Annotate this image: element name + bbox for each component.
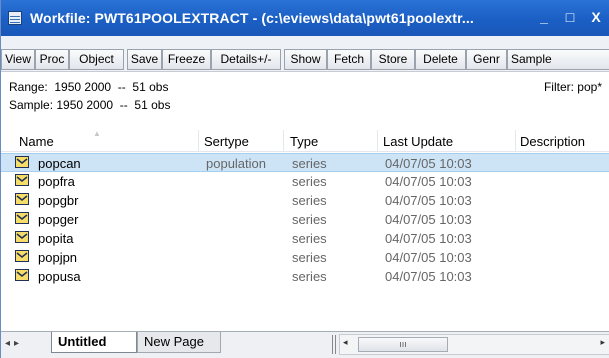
series-icon: [15, 250, 29, 262]
column-description[interactable]: Description: [520, 134, 585, 149]
object-button[interactable]: Object: [69, 49, 124, 70]
scroll-left-icon[interactable]: ◂: [343, 337, 348, 348]
series-icon: [15, 193, 29, 205]
list-header: ▲ Name Sertype Type Last Update Descript…: [1, 129, 609, 152]
tab-scroll-arrows-icon[interactable]: ◂▸: [5, 338, 23, 349]
list-item[interactable]: popgbr series 04/07/05 10:03: [1, 191, 609, 210]
genr-button[interactable]: Genr: [466, 49, 507, 70]
item-last-update: 04/07/05 10:03: [385, 174, 472, 189]
minimize-button[interactable]: _: [536, 9, 552, 25]
item-type: series: [292, 174, 327, 189]
sample-text: Sample: 1950 2000 -- 51 obs: [9, 98, 171, 112]
toolbar: View Proc Object Save Freeze Details+/- …: [1, 36, 609, 72]
delete-button[interactable]: Delete: [415, 49, 466, 70]
workfile-info: Range: 1950 2000 -- 51 obs Sample: 1950 …: [1, 73, 609, 117]
series-icon: [15, 212, 29, 224]
item-type: series: [292, 212, 327, 227]
split-handle[interactable]: [332, 335, 336, 354]
item-name: popusa: [38, 269, 81, 284]
item-last-update: 04/07/05 10:03: [385, 212, 472, 227]
proc-button[interactable]: Proc: [35, 49, 69, 70]
column-sertype[interactable]: Sertype: [204, 134, 249, 149]
item-type: series: [292, 193, 327, 208]
list-item[interactable]: popita series 04/07/05 10:03: [1, 229, 609, 248]
fetch-button[interactable]: Fetch: [327, 49, 371, 70]
item-type: series: [292, 231, 327, 246]
item-name: popita: [38, 231, 74, 246]
store-button[interactable]: Store: [371, 49, 415, 70]
object-list: popcan population series 04/07/05 10:03 …: [1, 153, 609, 286]
title-bar[interactable]: Workfile: PWT61POOLEXTRACT - (c:\eviews\…: [1, 0, 609, 36]
horizontal-scrollbar[interactable]: ◂ ııı ▸: [339, 334, 609, 355]
series-icon: [15, 231, 29, 243]
workfile-window: Workfile: PWT61POOLEXTRACT - (c:\eviews\…: [0, 0, 609, 358]
sample-button[interactable]: Sample: [507, 49, 609, 70]
item-name: popger: [38, 212, 79, 227]
page-tab-bar: ◂▸ Untitled New Page ◂ ııı ▸: [1, 331, 609, 358]
item-last-update: 04/07/05 10:03: [385, 231, 472, 246]
list-item[interactable]: popcan population series 04/07/05 10:03: [1, 153, 609, 172]
column-name[interactable]: Name: [19, 134, 54, 149]
tab-new-page[interactable]: New Page: [137, 332, 221, 353]
sort-arrow-icon: ▲: [93, 129, 101, 138]
item-name: popjpn: [38, 250, 78, 265]
list-item[interactable]: popjpn series 04/07/05 10:03: [1, 248, 609, 267]
workfile-icon: [8, 11, 22, 25]
item-name: popfra: [38, 174, 75, 189]
details-button[interactable]: Details+/-: [211, 49, 281, 70]
series-icon: [15, 174, 29, 186]
window-controls: _ □ X: [536, 9, 604, 25]
series-icon: [15, 156, 29, 168]
item-last-update: 04/07/05 10:03: [385, 250, 472, 265]
item-name: popgbr: [38, 193, 79, 208]
window-title: Workfile: PWT61POOLEXTRACT - (c:\eviews\…: [30, 10, 474, 26]
tab-untitled[interactable]: Untitled: [51, 332, 137, 353]
view-button[interactable]: View: [1, 49, 35, 70]
scroll-right-icon[interactable]: ▸: [600, 337, 605, 348]
item-last-update: 04/07/05 10:03: [385, 269, 472, 284]
list-item[interactable]: popger series 04/07/05 10:03: [1, 210, 609, 229]
scroll-thumb[interactable]: ııı: [358, 337, 448, 352]
close-button[interactable]: X: [588, 9, 604, 25]
column-last-update[interactable]: Last Update: [383, 134, 453, 149]
range-text: Range: 1950 2000 -- 51 obs: [9, 80, 169, 94]
item-type: series: [292, 250, 327, 265]
item-type: series: [292, 269, 327, 284]
series-icon: [15, 269, 29, 281]
show-button[interactable]: Show: [284, 49, 327, 70]
item-name: popcan: [38, 156, 81, 171]
item-last-update: 04/07/05 10:03: [385, 156, 472, 171]
column-type[interactable]: Type: [290, 134, 318, 149]
freeze-button[interactable]: Freeze: [162, 49, 211, 70]
filter-text: Filter: pop*: [543, 80, 602, 94]
save-button[interactable]: Save: [127, 49, 162, 70]
item-sertype: population: [206, 156, 266, 171]
item-type: series: [292, 156, 327, 171]
item-last-update: 04/07/05 10:03: [385, 193, 472, 208]
list-item[interactable]: popusa series 04/07/05 10:03: [1, 267, 609, 286]
restore-button[interactable]: □: [562, 9, 578, 25]
list-item[interactable]: popfra series 04/07/05 10:03: [1, 172, 609, 191]
